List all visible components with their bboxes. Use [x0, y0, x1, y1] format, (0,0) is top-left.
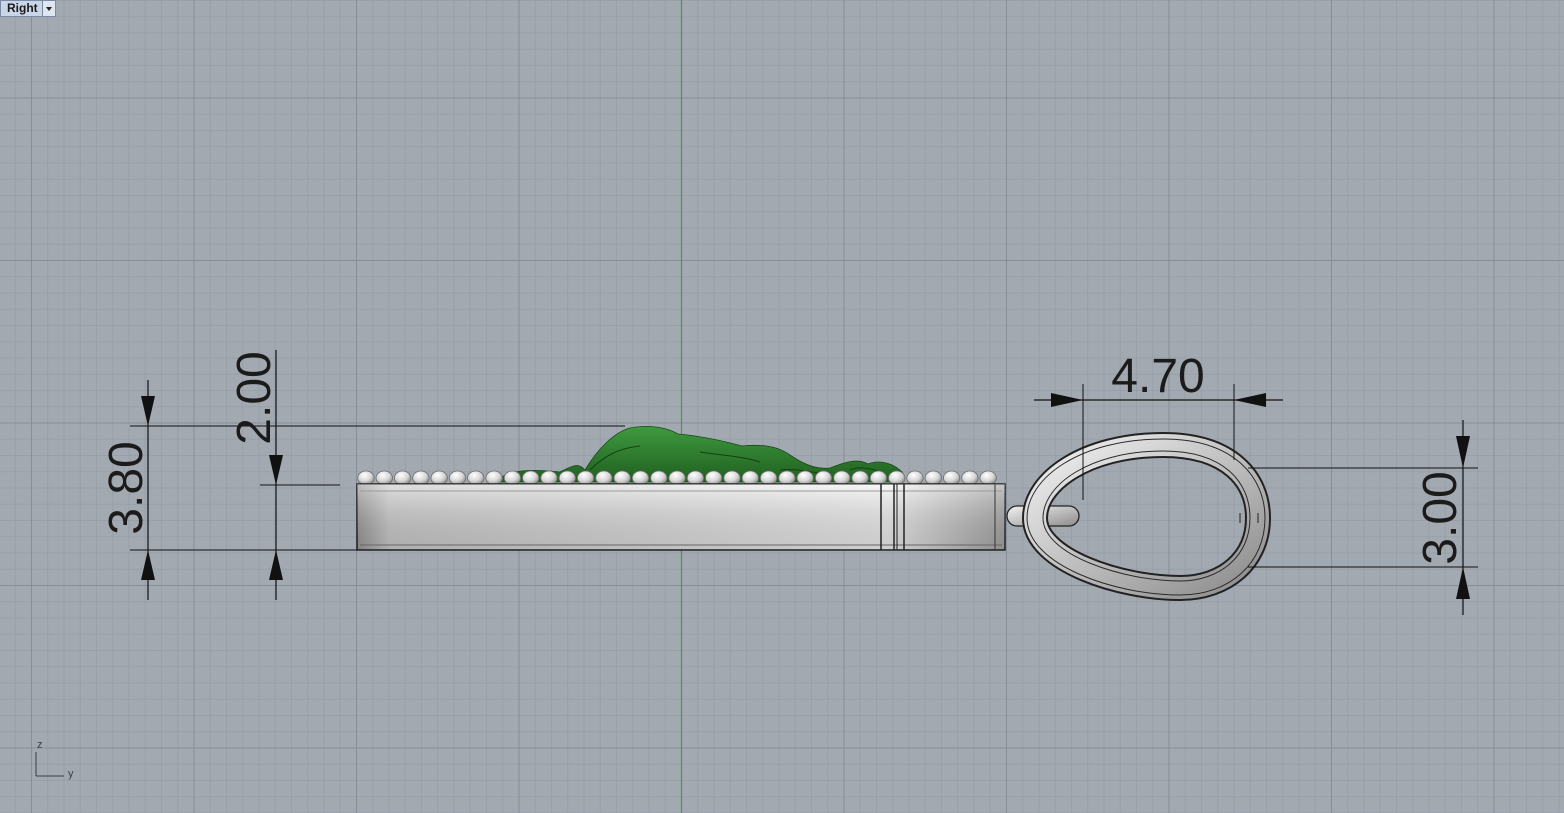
bead	[723, 470, 741, 486]
right-viewport[interactable]: Right 3.80 2.00 4.70 3.00 z y	[0, 0, 1564, 813]
bail-loop[interactable]	[1006, 431, 1272, 602]
bead	[668, 470, 686, 486]
pendant-plate[interactable]	[356, 483, 1006, 551]
bead	[778, 470, 796, 486]
bead	[851, 470, 869, 486]
bead	[393, 470, 412, 486]
bead	[558, 470, 576, 486]
bead	[576, 470, 595, 486]
bead	[650, 470, 668, 486]
bead-border-row	[357, 470, 997, 486]
viewport-canvas[interactable]: 3.80 2.00 4.70 3.00 z y	[0, 0, 1564, 813]
bead	[833, 470, 851, 486]
viewport-title-tab[interactable]: Right	[0, 0, 56, 17]
axis-y-label: y	[68, 768, 74, 780]
bead	[961, 470, 979, 486]
bead	[741, 470, 759, 486]
bead	[522, 470, 540, 486]
bead	[613, 470, 631, 486]
axis-gizmo: z y	[35, 739, 74, 780]
dimension-bail-width-text: 4.70	[1111, 350, 1204, 403]
viewport-menu-chevron-down-icon[interactable]	[41, 0, 56, 17]
bead	[631, 470, 650, 486]
bead	[448, 470, 467, 486]
dimension-bail-height-text: 3.00	[1414, 471, 1467, 564]
bead	[595, 470, 613, 486]
bead	[686, 470, 705, 486]
bead	[979, 470, 997, 486]
bead	[814, 470, 833, 486]
bead	[540, 470, 558, 486]
bead	[375, 470, 393, 486]
bead	[906, 470, 924, 486]
bead	[485, 470, 503, 486]
bead	[759, 470, 778, 486]
bead	[503, 470, 522, 486]
dimension-overall-height-text: 3.80	[100, 441, 153, 534]
bead	[357, 470, 375, 486]
bead	[924, 470, 942, 486]
bead	[869, 470, 888, 486]
axis-z-label: z	[37, 739, 43, 751]
bead	[430, 470, 448, 486]
bead	[705, 470, 723, 486]
dimension-relief-height-text: 2.00	[228, 351, 281, 444]
bead	[796, 470, 814, 486]
bead	[888, 470, 906, 486]
viewport-name[interactable]: Right	[0, 0, 42, 17]
bead	[412, 470, 430, 486]
dimension-relief-height[interactable]: 2.00	[228, 350, 340, 600]
bead	[942, 470, 961, 486]
dimension-bail-height[interactable]: 3.00	[1248, 420, 1478, 615]
bead	[467, 470, 485, 486]
